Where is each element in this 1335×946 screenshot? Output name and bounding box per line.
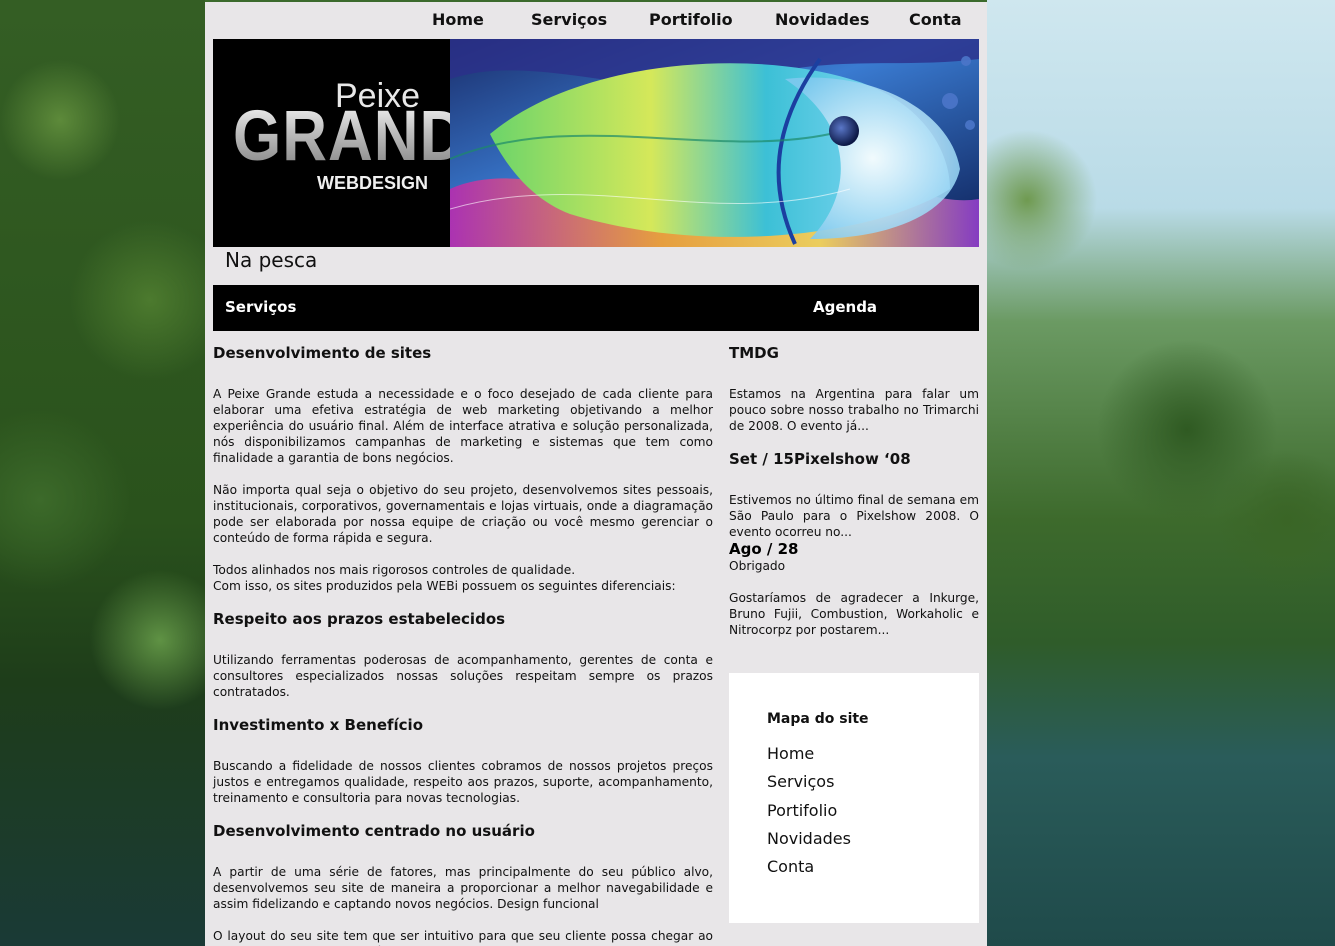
paragraph: A Peixe Grande estuda a necessidade e o … [213, 387, 713, 465]
nav-portifolio[interactable]: Portifolio [649, 10, 733, 29]
paragraph: Buscando a fidelidade de nossos clientes… [213, 759, 713, 805]
heading-desenvolvimento-sites: Desenvolvimento de sites [213, 344, 432, 362]
heading-centrado-usuario: Desenvolvimento centrado no usuário [213, 822, 535, 840]
agenda-excerpt: Estamos na Argentina para falar um pouco… [729, 387, 979, 433]
paragraph: Não importa qual seja o objetivo do seu … [213, 483, 713, 545]
agenda-title-tmdg[interactable]: TMDG [729, 344, 979, 362]
fish-artwork-image [450, 39, 979, 247]
site-logo[interactable]: Peixe GRANDE WEBDESIGN [213, 39, 507, 247]
logo-text-webdesign: WEBDESIGN [317, 173, 429, 193]
paragraph: Com isso, os sites produzidos pela WEBi … [213, 579, 676, 593]
sitemap-title: Mapa do site [767, 711, 869, 727]
header-banner: Peixe GRANDE WEBDESIGN [213, 39, 979, 247]
nav-novidades[interactable]: Novidades [775, 10, 869, 29]
paragraph: Utilizando ferramentas poderosas de acom… [213, 653, 713, 699]
nav-conta[interactable]: Conta [909, 10, 962, 29]
sitemap-links: Home Serviços Portifolio Novidades Conta [767, 744, 851, 885]
paragraph: A partir de uma série de fatores, mas pr… [213, 865, 713, 911]
agenda-excerpt: Gostaríamos de agradecer a Inkurge, Brun… [729, 591, 979, 637]
fish-artwork-svg [450, 39, 979, 247]
agenda-column: TMDG Estamos na Argentina para falar um … [729, 344, 979, 654]
paragraph: O layout do seu site tem que ser intuiti… [213, 929, 713, 946]
agenda-date: Ago / 28 [729, 540, 799, 558]
sitemap-box: Mapa do site Home Serviços Portifolio No… [729, 673, 979, 923]
sitemap-link-novidades[interactable]: Novidades [767, 829, 851, 857]
section-title-servicos: Serviços [225, 298, 297, 316]
sitemap-link-conta[interactable]: Conta [767, 857, 851, 885]
heading-investimento-beneficio: Investimento x Benefício [213, 716, 423, 734]
section-bar: Serviços Agenda [213, 285, 979, 331]
services-content: Desenvolvimento de sites A Peixe Grande … [213, 344, 713, 946]
nav-servicos[interactable]: Serviços [531, 10, 607, 29]
background-forest-left [0, 0, 205, 946]
agenda-excerpt: Estivemos no último final de semana em S… [729, 493, 979, 539]
nav-home[interactable]: Home [432, 10, 484, 29]
heading-respeito-prazos: Respeito aos prazos estabelecidos [213, 610, 506, 628]
tagline: Na pesca [225, 248, 318, 272]
paragraph: Todos alinhados nos mais rigorosos contr… [213, 563, 576, 577]
section-title-agenda: Agenda [813, 298, 878, 316]
sitemap-link-home[interactable]: Home [767, 744, 851, 772]
sitemap-link-portifolio[interactable]: Portifolio [767, 801, 851, 829]
page-container: Home Serviços Portifolio Novidades Conta… [205, 2, 987, 946]
sitemap-link-servicos[interactable]: Serviços [767, 772, 851, 800]
agenda-excerpt-title: Obrigado [729, 559, 786, 573]
background-lagoon-right [987, 0, 1335, 946]
top-navigation: Home Serviços Portifolio Novidades Conta [205, 2, 987, 38]
agenda-title-pixelshow[interactable]: Set / 15Pixelshow ‘08 [729, 450, 979, 468]
